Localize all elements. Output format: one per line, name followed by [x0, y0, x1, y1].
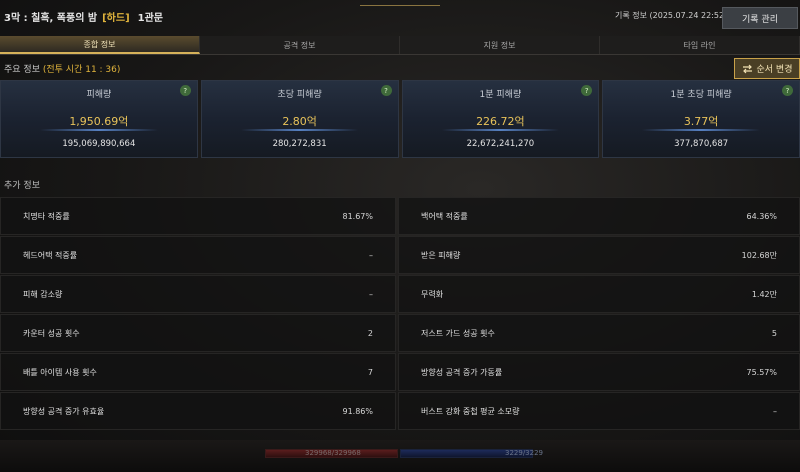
card-title: 초당 피해량	[277, 90, 322, 100]
sort-order-label: 순서 변경	[756, 65, 793, 75]
card-raw-value: 280,272,831	[272, 139, 327, 149]
hp-text: 329968/329968	[305, 449, 361, 457]
card-1min-dps: 1분 초당 피해량 ? 3.77억 377,870,687	[602, 80, 800, 158]
tab-timeline[interactable]: 타임 라인	[600, 36, 800, 54]
stat-row: 받은 피해량 102.68만	[398, 236, 800, 274]
stat-value: –	[773, 406, 777, 416]
card-title: 1분 피해량	[479, 90, 522, 100]
stat-value: 102.68만	[741, 250, 777, 260]
card-divider	[40, 129, 158, 131]
help-icon[interactable]: ?	[380, 85, 392, 96]
stat-row: 배틀 아이템 사용 횟수 7	[0, 353, 396, 391]
stat-label: 받은 피해량	[421, 250, 461, 260]
difficulty-badge: [하드]	[102, 13, 130, 24]
card-raw-value: 377,870,687	[674, 139, 729, 149]
card-value: 3.77억	[683, 115, 719, 128]
card-value: 226.72억	[476, 115, 525, 128]
card-value: 1,950.69억	[69, 115, 129, 128]
card-value: 2.80억	[282, 115, 317, 128]
tab-attack[interactable]: 공격 정보	[200, 36, 400, 54]
stat-label: 카운터 성공 횟수	[23, 328, 80, 338]
raid-title: 3막 : 칠흑, 폭풍의 밤 [하드] 1관문	[4, 9, 163, 24]
stat-label: 헤드어택 적중률	[23, 250, 78, 260]
card-raw-value: 22,672,241,270	[466, 139, 535, 149]
stat-value: 64.36%	[746, 211, 777, 221]
stat-value: 2	[367, 328, 373, 338]
stat-row: 방향성 공격 증가 가동률 75.57%	[398, 353, 800, 391]
card-title: 피해량	[86, 90, 112, 100]
stat-label: 피해 감소량	[23, 289, 63, 299]
stat-label: 배틀 아이템 사용 횟수	[23, 367, 97, 377]
top-ornament	[360, 0, 440, 6]
extra-info-label: 추가 정보	[4, 181, 40, 191]
stat-row: 피해 감소량 –	[0, 275, 396, 313]
help-icon[interactable]: ?	[782, 85, 793, 96]
card-divider	[642, 129, 760, 131]
stat-row: 백어택 적중률 64.36%	[398, 197, 800, 235]
stat-row: 방향성 공격 증가 유효율 91.86%	[0, 392, 396, 430]
stat-row: 카운터 성공 횟수 2	[0, 314, 396, 352]
card-damage: 피해량 ? 1,950.69억 195,069,890,664	[0, 80, 198, 158]
stat-label: 백어택 적중률	[421, 211, 468, 221]
stat-value: –	[369, 289, 373, 299]
swap-arrows-icon	[742, 64, 752, 73]
help-icon[interactable]: ?	[179, 85, 191, 96]
tab-bar: 종합 정보 공격 정보 지원 정보 타임 라인	[0, 36, 800, 55]
sort-order-button[interactable]: 순서 변경	[734, 58, 800, 79]
card-dps: 초당 피해량 ? 2.80억 280,272,831	[200, 80, 399, 158]
battle-time: (전투 시간 11 : 36)	[42, 65, 121, 75]
stat-value: 75.57%	[746, 367, 777, 377]
stat-row: 무력화 1.42만	[398, 275, 800, 313]
stat-value: 91.86%	[342, 406, 373, 416]
tab-support[interactable]: 지원 정보	[400, 36, 600, 54]
stat-value: 5	[771, 328, 777, 338]
main-info-label: 주요 정보 (전투 시간 11 : 36)	[4, 62, 120, 75]
card-divider	[240, 129, 359, 131]
stat-row: 치명타 적중률 81.67%	[0, 197, 396, 235]
stat-label: 저스트 가드 성공 횟수	[421, 328, 495, 338]
stat-row: 저스트 가드 성공 횟수 5	[398, 314, 800, 352]
card-divider	[441, 129, 560, 131]
card-raw-value: 195,069,890,664	[62, 139, 136, 149]
stat-label: 버스트 강화 중첩 평균 소모량	[421, 406, 520, 416]
stat-label: 무력화	[421, 289, 444, 299]
card-title: 1분 초당 피해량	[670, 90, 732, 100]
stat-value: –	[369, 250, 373, 260]
top-bar: 3막 : 칠흑, 폭풍의 밤 [하드] 1관문 기록 정보 (2025.07.24 …	[0, 0, 800, 36]
gate-label: 1관문	[137, 13, 163, 24]
main-info-title: 주요 정보	[4, 65, 40, 75]
tab-overview[interactable]: 종합 정보	[0, 36, 200, 54]
card-1min-damage: 1분 피해량 ? 226.72억 22,672,241,270	[401, 80, 600, 158]
stat-label: 방향성 공격 증가 가동률	[421, 367, 503, 377]
manage-records-button[interactable]: 기록 관리	[722, 7, 798, 29]
stat-label: 방향성 공격 증가 유효율	[23, 406, 105, 416]
raid-name: 3막 : 칠흑, 폭풍의 밤	[4, 13, 98, 24]
mp-text: 3229/3229	[505, 449, 543, 457]
stat-value: 1.42만	[751, 289, 777, 299]
stat-label: 치명타 적중률	[23, 211, 70, 221]
stat-row: 버스트 강화 중첩 평균 소모량 –	[398, 392, 800, 430]
stat-value: 81.67%	[342, 211, 373, 221]
stat-value: 7	[367, 367, 373, 377]
summary-cards: 피해량 ? 1,950.69억 195,069,890,664 초당 피해량 ?…	[0, 80, 800, 158]
stats-grid: 치명타 적중률 81.67% 백어택 적중률 64.36% 헤드어택 적중률 – 받은…	[0, 197, 800, 432]
stat-row: 헤드어택 적중률 –	[0, 236, 396, 274]
